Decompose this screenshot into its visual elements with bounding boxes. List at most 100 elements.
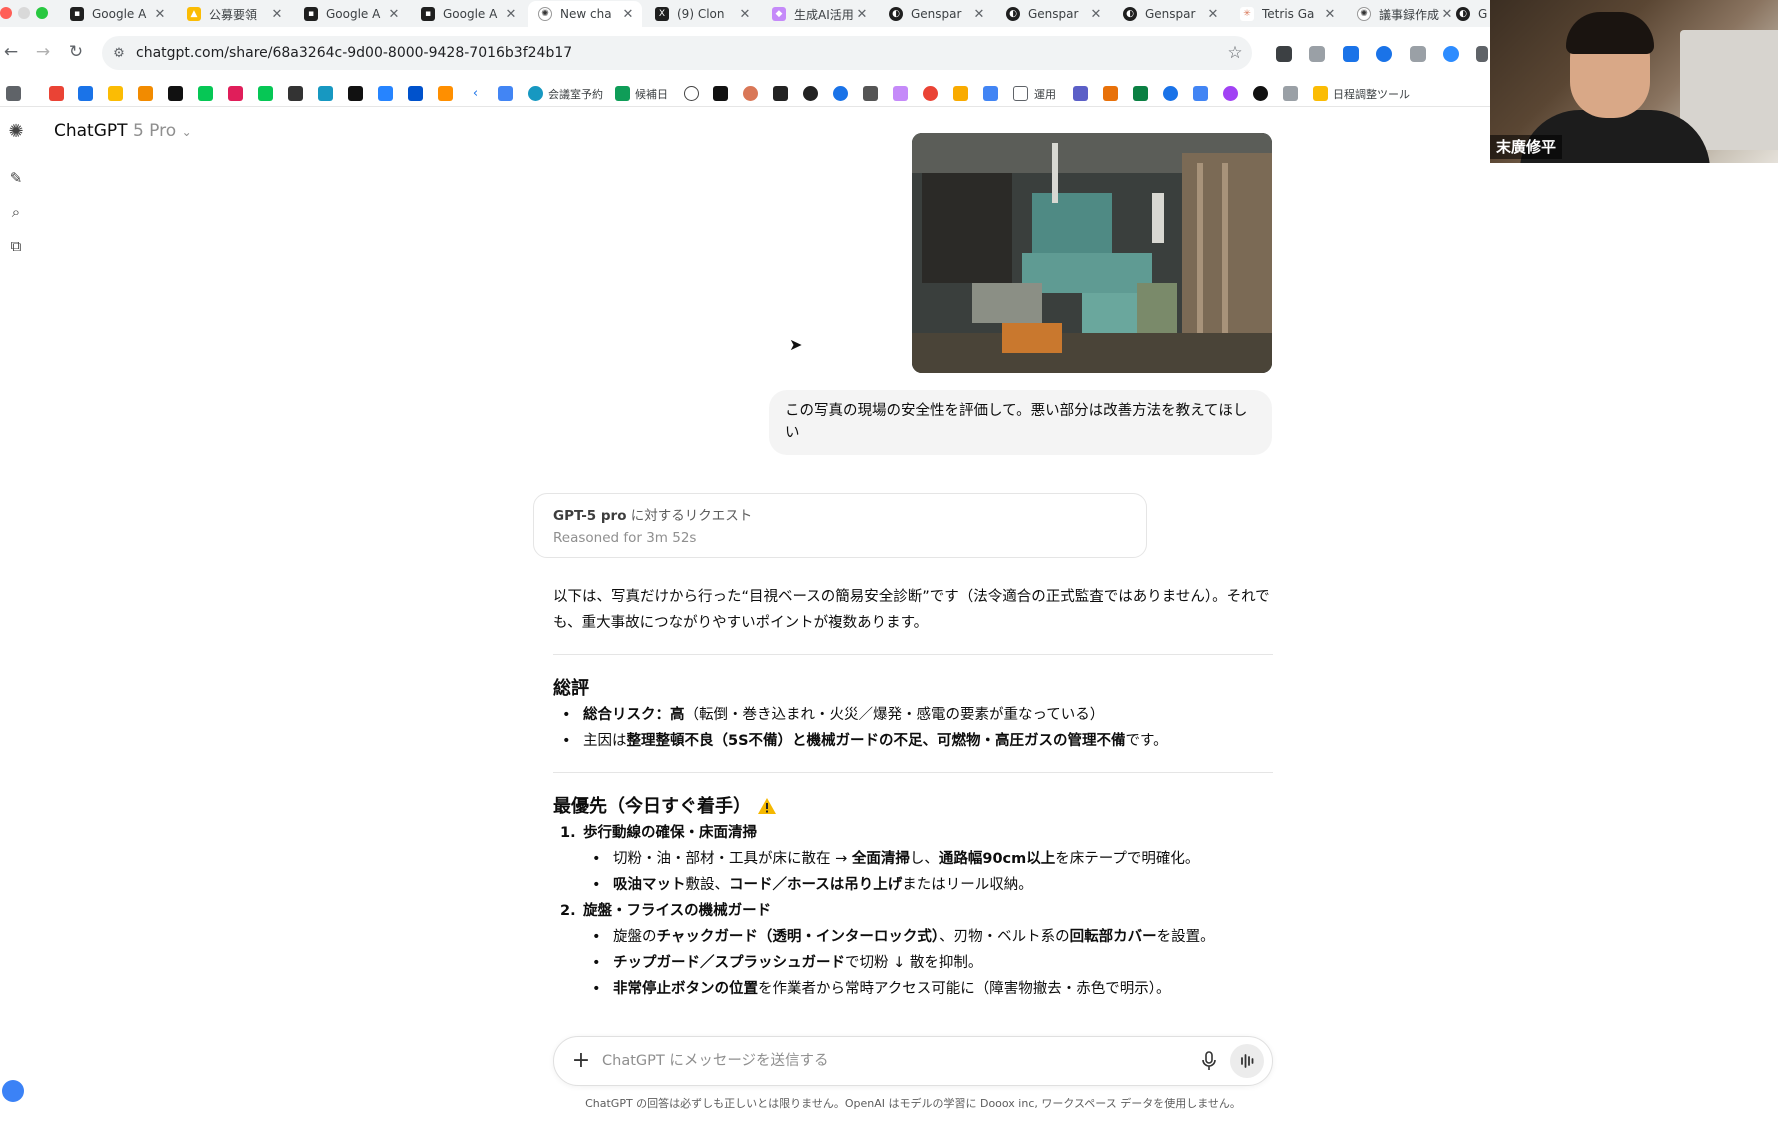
apps-grid-icon[interactable] [6,86,21,101]
bookmark-icon[interactable] [713,86,728,101]
close-window-button[interactable] [0,7,12,19]
bookmark-icon[interactable] [348,86,363,101]
browser-tab[interactable]: ◐ Genspar ✕ [996,1,1110,27]
site-settings-icon[interactable]: ⚙ [102,46,136,61]
close-tab-icon[interactable]: ✕ [620,7,636,22]
bookmark-icon[interactable] [1103,86,1118,101]
bookmark-icon[interactable] [1283,86,1298,101]
drive-icon[interactable] [108,86,123,101]
bookmark-icon[interactable] [953,86,968,101]
close-tab-icon[interactable]: ✕ [386,7,402,22]
browser-tab[interactable]: ✳ Tetris Ga ✕ [1230,1,1344,27]
chevron-icon[interactable]: ‹ [468,86,483,101]
bookmark-icon[interactable] [138,86,153,101]
bookmark-icon[interactable] [893,86,908,101]
browser-tab[interactable]: ◐ G [1446,1,1490,27]
bookmark-icon[interactable] [1133,86,1148,101]
bookmark-icon[interactable] [773,86,788,101]
reasoning-summary-card[interactable]: GPT-5 pro に対するリクエスト Reasoned for 3m 52s [533,493,1147,558]
bookmark-icon[interactable] [833,86,848,101]
openai-icon[interactable] [684,86,699,101]
extension-icon[interactable] [1376,46,1392,62]
github-icon[interactable] [1253,86,1268,101]
close-tab-icon[interactable]: ✕ [152,7,168,22]
maximize-window-button[interactable] [36,7,48,19]
bookmark-icon[interactable] [923,86,938,101]
microphone-icon[interactable] [1197,1049,1221,1073]
extension-icon[interactable] [1276,46,1292,62]
close-tab-icon[interactable]: ✕ [1322,7,1338,22]
model-selector[interactable]: ChatGPT 5 Pro ⌄ [54,121,192,141]
extension-icon[interactable] [1309,46,1325,62]
close-tab-icon[interactable]: ✕ [503,7,519,22]
gemini-icon[interactable] [1193,86,1208,101]
browser-tab[interactable]: X (9) Clon ✕ [645,1,759,27]
bookmark-star-icon[interactable]: ☆ [1218,43,1252,63]
bookmark-icon[interactable] [1223,86,1238,101]
close-tab-icon[interactable]: ✕ [854,7,870,22]
openai-logo-icon[interactable]: ✺ [5,121,27,143]
new-chat-icon[interactable]: ✎ [5,167,27,189]
browser-tab[interactable]: ◐ Genspar ✕ [1113,1,1227,27]
app-name: ChatGPT [54,121,128,141]
bookmark-icon[interactable] [498,86,513,101]
line-icon[interactable] [198,86,213,101]
close-tab-icon[interactable]: ✕ [737,7,753,22]
bookmark-folder-operations[interactable]: 運用 [1034,86,1056,102]
bookmark-scheduling-tool[interactable]: 日程調整ツール [1333,86,1410,102]
uploaded-workshop-photo[interactable] [912,133,1272,373]
minimize-window-button[interactable] [18,7,30,19]
close-tab-icon[interactable]: ✕ [1205,7,1221,22]
x-icon[interactable] [168,86,183,101]
bookmark-meeting-room[interactable]: 会議室予約 [548,86,603,102]
message-input[interactable] [602,1049,1162,1073]
bookmark-icon[interactable] [983,86,998,101]
voice-mode-button[interactable] [1230,1044,1264,1078]
cloud-icon[interactable] [318,86,333,101]
chat-icon[interactable] [258,86,273,101]
search-icon[interactable]: ⌕ [5,201,27,223]
browser-tab[interactable]: ◆ 生成AI活用 ✕ [762,1,876,27]
claude-icon[interactable] [743,86,758,101]
browser-tab-active[interactable]: ✺ New cha ✕ [528,1,642,27]
reload-icon[interactable]: ↻ [65,41,87,63]
calendar-icon[interactable] [78,86,93,101]
extension-icon[interactable] [1343,46,1359,62]
browser-tab[interactable]: ▪ Google A ✕ [411,1,525,27]
bookmark-icon[interactable] [288,86,303,101]
bookmark-icon[interactable] [803,86,818,101]
close-tab-icon[interactable]: ✕ [269,7,285,22]
close-tab-icon[interactable]: ✕ [1088,7,1104,22]
browser-tab[interactable]: ▲ 公募要領 ✕ [177,1,291,27]
help-bubble-icon[interactable] [2,1080,24,1102]
add-attachment-button[interactable]: + [568,1048,594,1074]
close-tab-icon[interactable]: ✕ [971,7,987,22]
address-bar[interactable]: ⚙ chatgpt.com/share/68a3264c-9d00-8000-9… [102,36,1252,70]
sheet-icon[interactable] [615,86,630,101]
extensions-puzzle-icon[interactable] [1476,46,1488,62]
gmail-icon[interactable] [49,86,64,101]
bookmark-candidate-day[interactable]: 候補日 [635,86,668,102]
slack-icon[interactable] [228,86,243,101]
jira-icon[interactable] [378,86,393,101]
scheduling-icon[interactable] [1313,86,1328,101]
bookmark-icon[interactable] [863,86,878,101]
url-text[interactable]: chatgpt.com/share/68a3264c-9d00-8000-942… [136,45,1218,61]
teams-icon[interactable] [1073,86,1088,101]
genspark-icon: ◐ [1006,7,1020,21]
confluence-icon[interactable] [408,86,423,101]
extension-icon[interactable] [1410,46,1426,62]
forward-icon[interactable]: → [32,41,54,63]
browser-tab[interactable]: ▪ Google A ✕ [294,1,408,27]
folder-icon[interactable] [1013,86,1028,101]
bookmark-icon[interactable] [1163,86,1178,101]
meeting-room-icon[interactable] [528,86,543,101]
browser-tab[interactable]: ✺ 議事録作成 ✕ [1347,1,1461,27]
browser-tab[interactable]: ▪ Google A ✕ [60,1,174,27]
back-icon[interactable]: ← [0,41,22,63]
zoom-extension-icon[interactable] [1443,46,1459,62]
bookmark-icon[interactable] [438,86,453,101]
browser-tab[interactable]: ◐ Genspar ✕ [879,1,993,27]
library-icon[interactable]: ⧉ [5,235,27,257]
x-icon: X [655,7,669,21]
